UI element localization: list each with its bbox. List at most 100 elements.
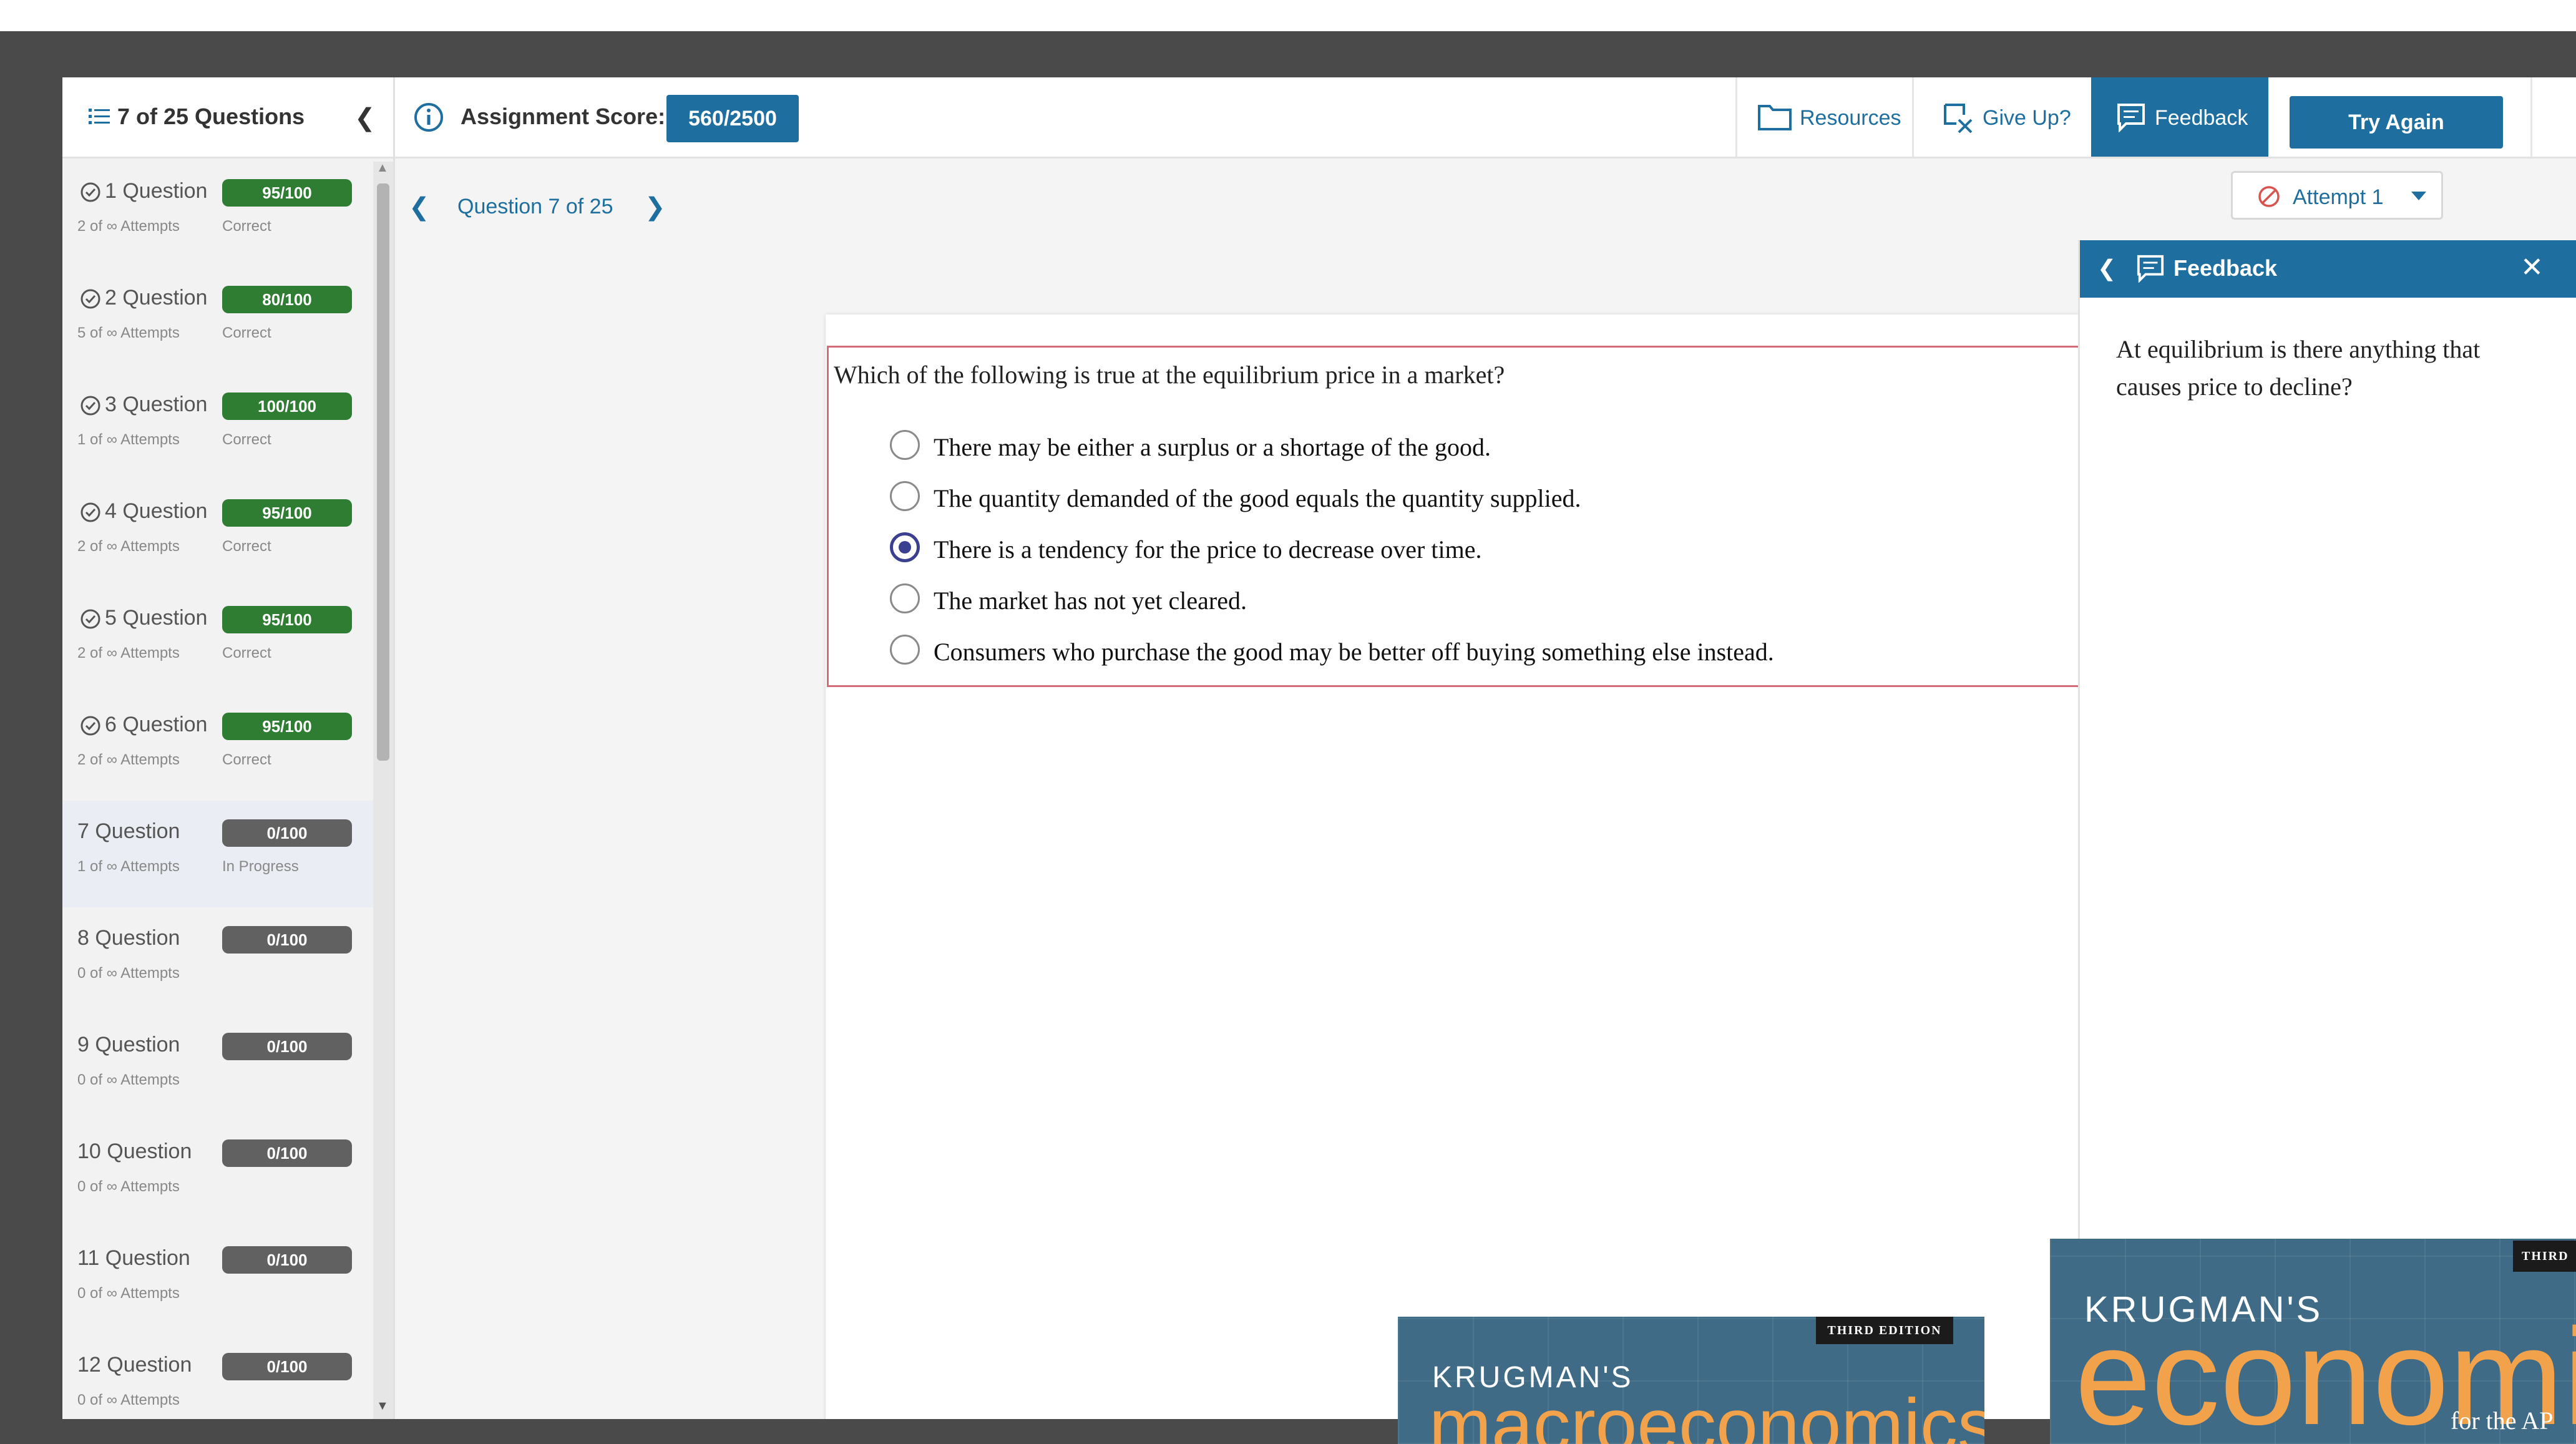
question-score-badge: 80/100 [222,286,352,313]
sidebar-question-item[interactable]: 1 Question 95/100 2 of ∞ Attempts Correct [62,160,374,267]
chevron-left-icon[interactable]: ❮ [2097,255,2116,281]
question-item-label: 6 Question [105,713,208,736]
feedback-panel-title: Feedback [2174,255,2278,281]
info-icon[interactable] [414,102,444,132]
answer-option-text: There may be either a surplus or a short… [934,433,1491,461]
question-status: Correct [222,645,271,661]
question-status: Correct [222,218,271,235]
question-score-badge: 0/100 [222,1353,352,1380]
question-prompt: Which of the following is true at the eq… [834,361,1505,389]
question-attempts: 0 of ∞ Attempts [77,965,180,982]
feedback-text: At equilibrium is there anything that ca… [2116,335,2481,401]
sidebar-question-item[interactable]: 8 Question 0/100 0 of ∞ Attempts [62,907,374,1014]
check-circle-icon [80,609,100,629]
question-attempts: 0 of ∞ Attempts [77,1285,180,1302]
question-score-badge: 100/100 [222,393,352,420]
sidebar-question-item[interactable]: 2 Question 80/100 5 of ∞ Attempts Correct [62,267,374,374]
question-attempts: 2 of ∞ Attempts [77,645,180,661]
question-status: Correct [222,538,271,555]
question-score-badge: 95/100 [222,179,352,207]
scroll-down-arrow-icon[interactable]: ▼ [376,1399,389,1413]
question-status: Correct [222,751,271,768]
question-attempts: 0 of ∞ Attempts [77,1392,180,1408]
question-score-badge: 95/100 [222,713,352,740]
question-score-badge: 95/100 [222,606,352,633]
check-circle-icon [80,182,100,202]
give-up-label: Give Up? [1983,106,2071,130]
question-item-label: 1 Question [105,179,208,203]
question-attempts: 0 of ∞ Attempts [77,1071,180,1088]
question-score-badge: 0/100 [222,1033,352,1060]
question-score-badge: 0/100 [222,926,352,954]
book-cover-macroeconomics: THIRD EDITION KRUGMAN'S macroeconomics [1398,1317,1984,1444]
toolbar-divider [2530,77,2532,157]
list-icon [89,109,110,124]
feedback-icon [2117,104,2145,132]
question-nav-label[interactable]: Question 7 of 25 [457,195,613,219]
radio-button[interactable] [890,481,920,511]
feedback-panel-header: ❮ Feedback ✕ [2080,240,2576,298]
check-circle-icon [80,289,100,309]
attempt-label: Attempt 1 [2293,185,2384,209]
give-up-button[interactable]: Give Up? [1912,77,2091,157]
radio-button[interactable] [890,532,920,562]
book-subtitle: for the AP [2451,1407,2554,1435]
check-circle-icon [80,396,100,416]
sidebar-question-item[interactable]: 12 Question 0/100 0 of ∞ Attempts [62,1334,374,1419]
question-item-label: 5 Question [105,606,208,630]
feedback-button[interactable]: Feedback [2091,77,2268,157]
resources-button[interactable]: Resources [1735,77,1912,157]
feedback-label: Feedback [2155,106,2248,130]
collapse-sidebar-icon[interactable]: ❮ [354,104,376,132]
book-edition: THIRD EDITION [1816,1317,1953,1344]
radio-button[interactable] [890,430,920,460]
next-question-icon[interactable]: ❯ [645,193,666,222]
question-status: Correct [222,324,271,341]
sidebar-question-item[interactable]: 11 Question 0/100 0 of ∞ Attempts [62,1227,374,1334]
radio-button[interactable] [890,635,920,665]
book-cover-economics: THIRD KRUGMAN'S economi for the AP [2050,1239,2576,1444]
sidebar-question-item[interactable]: 6 Question 95/100 2 of ∞ Attempts Correct [62,694,374,801]
answer-option-text: Consumers who purchase the good may be b… [934,638,1774,666]
give-up-icon [1944,104,1973,134]
sidebar-question-item[interactable]: 5 Question 95/100 2 of ∞ Attempts Correct [62,587,374,694]
question-status: Correct [222,431,271,448]
previous-question-icon[interactable]: ❮ [409,193,430,222]
close-icon[interactable]: ✕ [2520,251,2544,283]
question-item-label: 4 Question [105,499,208,523]
sidebar-scrollbar-thumb[interactable] [377,183,389,761]
question-attempts: 1 of ∞ Attempts [77,858,180,875]
sidebar-title[interactable]: 7 of 25 Questions [117,104,305,130]
answer-option-text: The market has not yet cleared. [934,587,1247,615]
question-item-label: 12 Question [77,1353,192,1377]
question-box: Which of the following is true at the eq… [827,346,2106,687]
scroll-up-arrow-icon[interactable]: ▲ [376,161,389,175]
question-item-label: 10 Question [77,1139,192,1163]
assignment-score-label: Assignment Score: [461,104,666,129]
check-circle-icon [80,716,100,736]
question-attempts: 2 of ∞ Attempts [77,538,180,555]
question-item-label: 9 Question [77,1033,180,1056]
question-score-badge: 0/100 [222,1139,352,1167]
question-attempts: 5 of ∞ Attempts [77,324,180,341]
sidebar-question-item[interactable]: 7 Question 0/100 1 of ∞ Attempts In Progres… [62,801,374,907]
sidebar-question-item[interactable]: 10 Question 0/100 0 of ∞ Attempts [62,1121,374,1227]
sidebar-question-item[interactable]: 9 Question 0/100 0 of ∞ Attempts [62,1014,374,1121]
question-attempts: 2 of ∞ Attempts [77,751,180,768]
question-attempts: 2 of ∞ Attempts [77,218,180,235]
question-sidebar: 7 of 25 Questions ❮ 1 Question 95/100 2 of… [62,77,395,1419]
question-item-label: 8 Question [77,926,180,950]
sidebar-question-item[interactable]: 4 Question 95/100 2 of ∞ Attempts Correct [62,481,374,587]
question-attempts: 1 of ∞ Attempts [77,431,180,448]
answer-option-text: The quantity demanded of the good equals… [934,484,1581,512]
sidebar-question-item[interactable]: 3 Question 100/100 1 of ∞ Attempts Correct [62,374,374,481]
attempt-dropdown[interactable]: Attempt 1 [2231,171,2443,220]
question-attempts: 0 of ∞ Attempts [77,1178,180,1195]
radio-button[interactable] [890,583,920,613]
question-item-label: 7 Question [77,819,180,843]
book-title: macroeconomics [1429,1383,1984,1444]
prohibited-icon [2258,186,2280,207]
try-again-button[interactable]: Try Again [2290,96,2503,149]
chevron-down-icon [2411,192,2426,200]
question-score-badge: 0/100 [222,1246,352,1274]
